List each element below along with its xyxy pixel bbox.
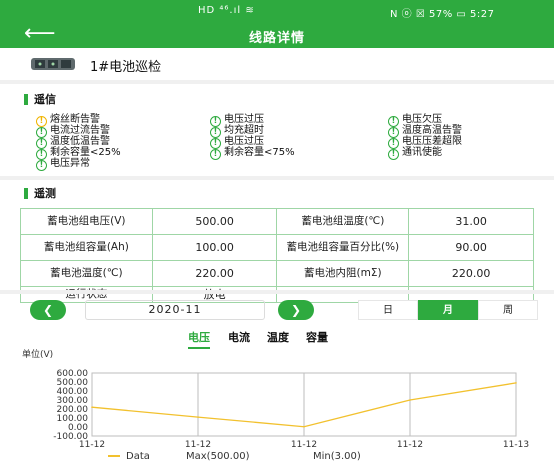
status-bar-right: N ⓞ ☒ 57% ▭ 5:27 xyxy=(390,9,495,20)
measure-label: 蓄电池内阻(mΣ) xyxy=(276,260,410,287)
alarm-label: 温度高温告警 xyxy=(402,125,462,136)
tab-capacity[interactable]: 容量 xyxy=(306,329,328,347)
legend-max: Max(500.00) xyxy=(186,451,250,462)
x-tick-label: 11-12 xyxy=(291,440,317,450)
x-tick-label: 11-13 xyxy=(503,440,529,450)
alarm-label: 剩余容量<75% xyxy=(224,147,295,158)
alert-icon: ! xyxy=(36,160,47,171)
battery-module-icon xyxy=(31,58,75,70)
alarm-label: 电压压差超限 xyxy=(402,136,462,147)
data-point xyxy=(197,416,199,418)
measure-label: 蓄电池温度(℃) xyxy=(20,260,153,287)
alarm-label: 电压过压 xyxy=(224,136,264,147)
telemetry-title: 遥测 xyxy=(24,188,56,199)
x-tick-label: 11-12 xyxy=(397,440,423,450)
month-field[interactable]: 2020-11 xyxy=(85,300,265,320)
x-tick-label: 11-12 xyxy=(185,440,211,450)
metric-tabs: 电压 电流 温度 容量 xyxy=(0,327,554,349)
alarm-label: 温度低温告警 xyxy=(50,136,110,147)
status-bar-left: HD ⁴⁶.ıl ≋ xyxy=(198,5,255,16)
alarm-label: 剩余容量<25% xyxy=(50,147,121,158)
divider xyxy=(0,290,554,294)
measure-value: 500.00 xyxy=(151,208,278,235)
alarm-item: ! 通讯使能 xyxy=(388,147,442,160)
alarm-label: 电压异常 xyxy=(50,158,90,169)
measure-value: 100.00 xyxy=(151,234,278,261)
measure-value: 31.00 xyxy=(408,208,534,235)
alarm-item: ! 电压异常 xyxy=(36,158,90,171)
measure-label: 蓄电池组温度(℃) xyxy=(276,208,410,235)
data-point xyxy=(409,399,411,401)
period-selector: ❮ 2020-11 ❯ 日 月 周 xyxy=(0,298,554,324)
data-point xyxy=(515,382,517,384)
chart-unit-label: 单位(V) xyxy=(22,350,54,360)
table-row: 蓄电池组容量(Ah) 100.00 蓄电池组容量百分比(%) 90.00 xyxy=(20,234,534,261)
alarm-label: 电压过压 xyxy=(224,114,264,125)
measure-label: 蓄电池组容量(Ah) xyxy=(20,234,153,261)
telesignal-title: 遥信 xyxy=(24,94,56,105)
table-row: 蓄电池温度(℃) 220.00 蓄电池内阻(mΣ) 220.00 xyxy=(20,260,534,287)
divider xyxy=(0,80,554,84)
alarm-label: 电压欠压 xyxy=(402,114,442,125)
measure-label: 蓄电池组容量百分比(%) xyxy=(276,234,410,261)
segment-week[interactable]: 周 xyxy=(478,300,538,320)
segment-day[interactable]: 日 xyxy=(358,300,418,320)
page-title: 线路详情 xyxy=(248,31,305,46)
tab-current[interactable]: 电流 xyxy=(228,329,250,347)
data-point xyxy=(303,425,305,428)
measure-value: 90.00 xyxy=(408,234,534,261)
measure-label: 蓄电池组电压(V) xyxy=(20,208,153,235)
alarm-label: 均充超时 xyxy=(224,125,264,136)
alert-icon: ! xyxy=(210,149,221,160)
alarm-label: 通讯使能 xyxy=(402,147,442,158)
alert-icon: ! xyxy=(388,149,399,160)
legend-min: Min(3.00) xyxy=(313,451,361,462)
divider xyxy=(0,176,554,180)
status-bar: HD ⁴⁶.ıl ≋ N ⓞ ☒ 57% ▭ 5:27 xyxy=(0,0,554,22)
telemetry-table: 蓄电池组电压(V) 500.00 蓄电池组温度(℃) 31.00 蓄电池组容量(… xyxy=(20,208,534,303)
measure-value: 220.00 xyxy=(408,260,534,287)
x-tick-label: 11-12 xyxy=(79,440,105,450)
device-name: 1#电池巡检 xyxy=(90,60,162,75)
tab-temperature[interactable]: 温度 xyxy=(267,329,289,347)
app-header: ⟵ 线路详情 xyxy=(0,22,554,48)
segment-month[interactable]: 月 xyxy=(418,300,478,320)
legend-label: Data xyxy=(126,451,150,462)
alarm-item: ! 剩余容量<75% xyxy=(210,147,295,160)
voltage-line-chart: 600.00500.00400.00300.00200.00100.000.00… xyxy=(53,369,529,462)
next-month-button[interactable]: ❯ xyxy=(278,300,314,320)
device-row: 1#电池巡检 xyxy=(0,48,554,80)
prev-month-button[interactable]: ❮ xyxy=(30,300,66,320)
data-point xyxy=(91,406,93,408)
alarm-label: 熔丝断告警 xyxy=(50,114,100,125)
measure-value: 220.00 xyxy=(151,260,278,287)
tab-voltage[interactable]: 电压 xyxy=(188,329,210,349)
table-row: 蓄电池组电压(V) 500.00 蓄电池组温度(℃) 31.00 xyxy=(20,208,534,235)
alarm-label: 电流过流告警 xyxy=(50,125,110,136)
